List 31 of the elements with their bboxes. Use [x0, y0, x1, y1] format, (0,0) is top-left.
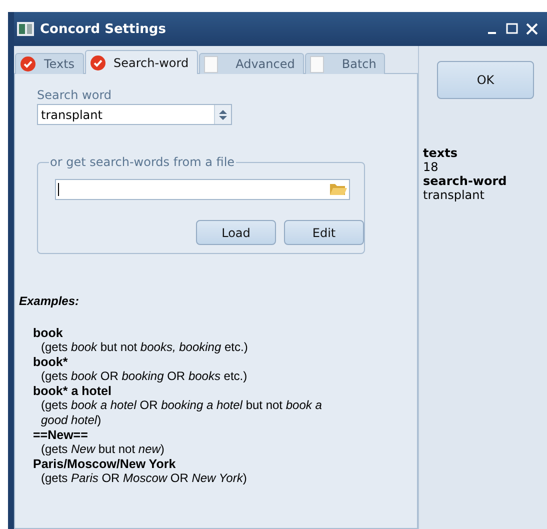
summary-value: transplant: [423, 188, 486, 202]
example-pattern: book* a hotel: [33, 384, 112, 398]
search-word-field[interactable]: transplant: [37, 104, 232, 125]
summary-label: search-word: [423, 174, 508, 188]
tab[interactable]: Advanced: [198, 53, 304, 74]
close-icon[interactable]: [526, 23, 538, 35]
example-description: (gets New but not new): [41, 442, 166, 457]
file-path-field[interactable]: [55, 179, 350, 200]
tab[interactable]: Texts: [15, 53, 84, 74]
action-button[interactable]: Load: [196, 220, 276, 245]
window-title: Concord Settings: [40, 22, 167, 36]
summary-value: 18: [423, 160, 440, 174]
group-legend: or get search-words from a file: [49, 155, 236, 169]
example-description: (gets book OR booking OR books etc.): [41, 369, 248, 384]
example-description: (gets book a hotel OR booking a hotel but not book a good hotel): [41, 398, 323, 428]
examples-heading: Examples:: [19, 294, 80, 308]
example-description: (gets Paris OR Moscow OR New York): [41, 471, 248, 486]
example-pattern: book*: [33, 355, 69, 369]
ok-button[interactable]: OK: [437, 61, 534, 99]
example-pattern: Paris/Moscow/New York: [33, 457, 177, 471]
example-pattern: ==New==: [33, 428, 89, 442]
action-button[interactable]: Edit: [284, 220, 364, 245]
example-pattern: book: [33, 326, 64, 340]
tab[interactable]: Search-word: [84, 50, 198, 74]
tab[interactable]: Batch: [304, 53, 386, 74]
spin-arrows-icon[interactable]: [219, 108, 227, 120]
maximize-icon[interactable]: [506, 23, 518, 35]
summary-label: texts: [423, 146, 458, 160]
field-label: Search word: [37, 88, 113, 102]
app-icon: [17, 22, 34, 36]
example-description: (gets book but not books, booking etc.): [41, 340, 249, 355]
